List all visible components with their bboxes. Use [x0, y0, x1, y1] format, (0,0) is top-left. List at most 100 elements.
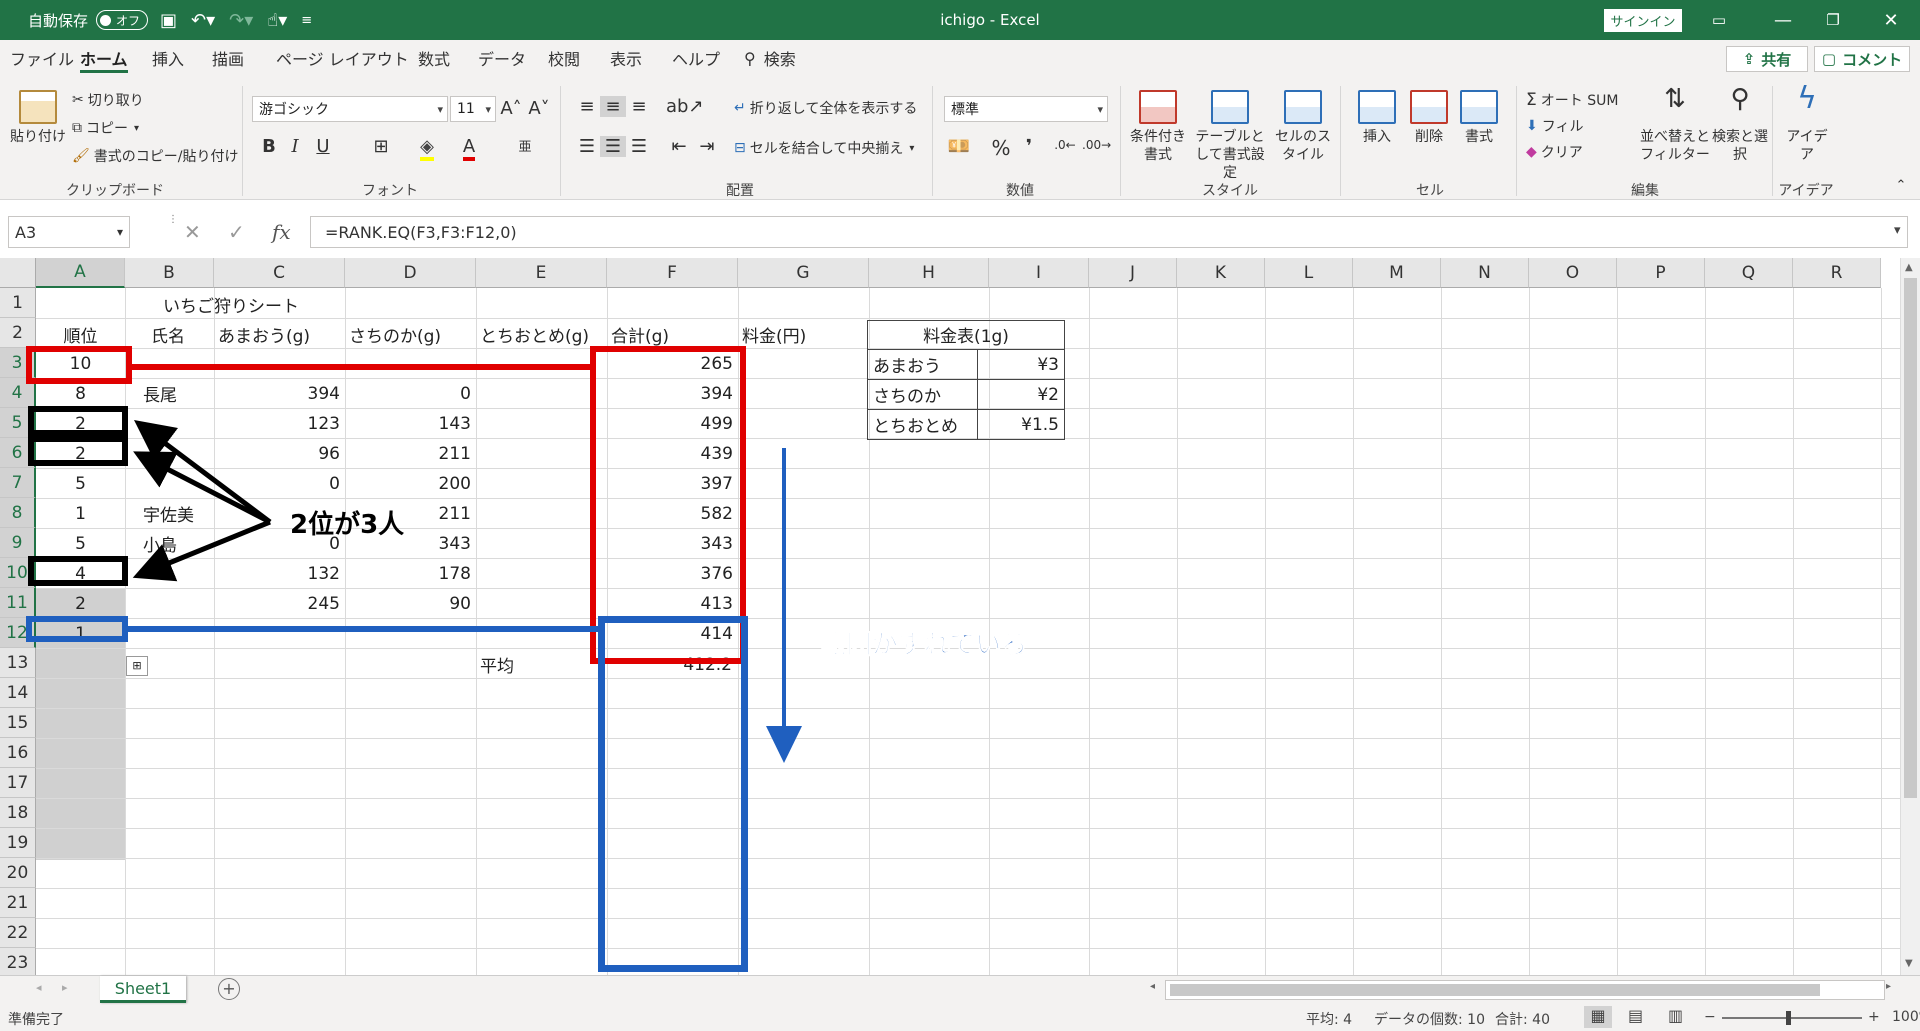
name-box[interactable]: A3 [8, 216, 130, 248]
restore-icon[interactable]: ❐ [1810, 0, 1856, 40]
autosum-button[interactable]: Σ オート SUM [1526, 90, 1618, 110]
collapse-ribbon-icon[interactable]: ⌃ [1888, 178, 1914, 193]
underline-icon[interactable]: U [310, 136, 336, 157]
ribbon-display-icon[interactable]: ▭ [1696, 0, 1742, 40]
autosave[interactable]: 自動保存 オフ [28, 0, 149, 40]
share-button[interactable]: ⇪ 共有 [1726, 46, 1808, 72]
tab-formulas[interactable]: 数式 [418, 40, 450, 76]
clear-button[interactable]: ◆ クリア [1526, 142, 1583, 162]
cell-styles-button[interactable]: セルのスタイル [1272, 90, 1334, 164]
fill-color-icon[interactable]: ◈ [414, 136, 440, 161]
autosave-toggle[interactable]: オフ [96, 10, 149, 30]
phonetic-icon[interactable]: 亜 [512, 136, 538, 155]
column-header-j[interactable]: J [1089, 258, 1177, 288]
minimize-icon[interactable]: — [1760, 0, 1806, 40]
currency-icon[interactable]: 💴 [946, 136, 972, 157]
border-icon[interactable]: ⊞ [368, 136, 394, 157]
worksheet-grid[interactable]: ABCDEFGHIJKLMNOPQR 1 2 3 4 5 6 7 8 9 10 11 12 13 14 15… [0, 258, 1920, 975]
vertical-scrollbar[interactable]: ▲ ▼ [1900, 258, 1920, 975]
next-sheet-icon[interactable]: ▸ [62, 981, 68, 994]
close-icon[interactable]: ✕ [1868, 0, 1914, 40]
font-color-icon[interactable]: A [456, 136, 482, 161]
conditional-format-button[interactable]: 条件付き書式 [1126, 90, 1190, 164]
insert-function-icon[interactable]: fx [272, 220, 291, 244]
save-icon[interactable]: ▣ [160, 10, 177, 31]
increase-decimal-icon[interactable]: .0← [1052, 138, 1078, 152]
format-as-table-button[interactable]: テーブルとして書式設定 [1190, 90, 1270, 182]
copy-button[interactable]: ⧉ コピー ▾ [72, 118, 139, 138]
align-right-icon[interactable]: ☰ [626, 136, 652, 157]
redo-icon[interactable]: ↷▾ [229, 10, 253, 31]
zoom-level[interactable]: 100% [1892, 1009, 1920, 1025]
signin-button[interactable]: サインイン [1604, 9, 1682, 32]
orientation-icon[interactable]: ab↗ [666, 96, 704, 117]
tab-view[interactable]: 表示 [610, 40, 642, 76]
zoom-slider[interactable] [1722, 1017, 1862, 1019]
decrease-decimal-icon[interactable]: .00→ [1082, 138, 1111, 152]
delete-cells-button[interactable]: 削除 [1404, 90, 1454, 146]
tab-insert[interactable]: 挿入 [152, 40, 184, 76]
insert-cells-button[interactable]: 挿入 [1350, 90, 1404, 146]
zoom-slider-thumb[interactable] [1786, 1011, 1791, 1025]
font-size-select[interactable]: 11 [450, 96, 496, 122]
tab-data[interactable]: データ [478, 40, 526, 76]
column-header-l[interactable]: L [1265, 258, 1353, 288]
paste-button[interactable]: 貼り付け [10, 90, 66, 146]
bold-icon[interactable]: B [256, 136, 282, 157]
column-header-r[interactable]: R [1793, 258, 1881, 288]
undo-icon[interactable]: ↶▾ [191, 10, 215, 31]
column-header-q[interactable]: Q [1705, 258, 1793, 288]
format-painter-button[interactable]: 🖌 書式のコピー/貼り付け [72, 146, 239, 166]
tab-review[interactable]: 校閲 [548, 40, 580, 76]
sort-filter-button[interactable]: ⇅ 並べ替えとフィルター [1640, 86, 1710, 164]
align-middle-icon[interactable]: ≡ [600, 96, 626, 117]
align-center-icon[interactable]: ☰ [600, 136, 626, 157]
italic-icon[interactable]: I [282, 136, 308, 157]
align-bottom-icon[interactable]: ≡ [626, 96, 652, 117]
page-break-view-icon[interactable]: ▥ [1668, 1006, 1683, 1025]
column-header-n[interactable]: N [1441, 258, 1529, 288]
ideas-button[interactable]: ϟ アイデア [1782, 84, 1832, 164]
tab-help[interactable]: ヘルプ [672, 40, 720, 76]
font-name-select[interactable]: 游ゴシック [252, 96, 448, 122]
fill-button[interactable]: ⬇ フィル [1526, 116, 1583, 136]
formula-input[interactable]: =RANK.EQ(F3,F3:F12,0) [310, 216, 1908, 248]
status-count[interactable]: データの個数: 10 [1374, 1009, 1485, 1029]
align-top-icon[interactable]: ≡ [574, 96, 600, 117]
page-layout-view-icon[interactable]: ▤ [1628, 1006, 1643, 1025]
column-header-p[interactable]: P [1617, 258, 1705, 288]
column-header-m[interactable]: M [1353, 258, 1441, 288]
scroll-right-icon[interactable]: ▸ [1886, 981, 1891, 992]
tab-draw[interactable]: 描画 [212, 40, 244, 76]
decrease-indent-icon[interactable]: ⇤ [666, 136, 692, 157]
align-left-icon[interactable]: ☰ [574, 136, 600, 157]
customize-qa-icon[interactable]: ≡ [301, 13, 312, 28]
increase-indent-icon[interactable]: ⇥ [694, 136, 720, 157]
column-header-k[interactable]: K [1177, 258, 1265, 288]
touch-mode-icon[interactable]: ☝▾ [267, 10, 287, 31]
status-average[interactable]: 平均: 4 [1306, 1009, 1352, 1029]
percent-icon[interactable]: % [988, 136, 1014, 160]
comment-button[interactable]: ▢ コメント [1814, 46, 1910, 72]
tab-home[interactable]: ホーム [80, 40, 128, 76]
tab-page-layout[interactable]: ページ レイアウト [276, 40, 409, 76]
add-sheet-icon[interactable]: + [218, 978, 240, 1000]
search-box[interactable]: ⚲ 検索 [744, 40, 796, 76]
cancel-icon[interactable]: ✕ [184, 220, 201, 244]
zoom-out-icon[interactable]: − [1704, 1009, 1716, 1025]
cut-button[interactable]: ✂ 切り取り [72, 90, 144, 110]
enter-icon[interactable]: ✓ [228, 220, 245, 244]
wrap-text-button[interactable]: ↵ 折り返して全体を表示する [734, 98, 917, 118]
sheet-tab-sheet1[interactable]: Sheet1 [100, 976, 186, 1003]
column-header-o[interactable]: O [1529, 258, 1617, 288]
grow-font-icon[interactable]: A˄ [498, 98, 524, 119]
comma-icon[interactable]: ❜ [1016, 136, 1042, 157]
expand-formula-icon[interactable]: ▾ [1894, 223, 1901, 238]
merge-center-button[interactable]: ⊟ セルを結合して中央揃え ▾ [734, 138, 914, 158]
tab-file[interactable]: ファイル [10, 40, 74, 76]
normal-view-icon[interactable]: ▦ [1584, 1006, 1612, 1028]
prev-sheet-icon[interactable]: ◂ [36, 981, 42, 994]
scroll-left-icon[interactable]: ◂ [1150, 981, 1155, 992]
horizontal-scrollbar[interactable] [1165, 980, 1885, 1000]
find-select-button[interactable]: ⚲ 検索と選択 [1712, 86, 1768, 164]
